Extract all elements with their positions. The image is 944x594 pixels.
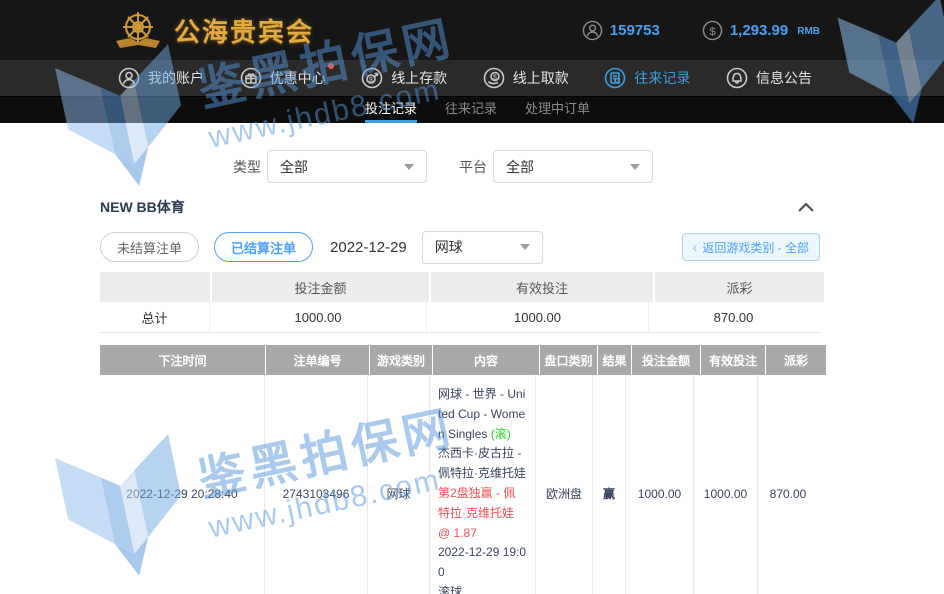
cell-bet-amount: 1000.00	[626, 375, 694, 594]
balance-display[interactable]: $ 1,293.99 RMB	[702, 20, 820, 41]
col-content: 内容	[433, 345, 539, 375]
user-icon	[582, 20, 603, 41]
site-logo[interactable]: 公海贵宾会	[112, 8, 314, 52]
platform-select[interactable]: 全部	[493, 150, 653, 183]
svg-text:$: $	[369, 77, 373, 84]
col-bet-amount: 投注金额	[632, 345, 700, 375]
deposit-icon: $	[361, 67, 383, 89]
section-title: NEW BB体育	[100, 197, 185, 217]
chevron-left-icon: ‹	[693, 240, 698, 254]
tab-bet-records[interactable]: 投注记录	[365, 97, 417, 123]
platform-filter-label: 平台	[459, 157, 487, 177]
collapse-chevron-icon[interactable]	[798, 203, 814, 212]
withdraw-icon: $	[483, 67, 505, 89]
cell-valid-bet: 1000.00	[694, 375, 758, 594]
user-id-display[interactable]: 159753	[582, 20, 660, 41]
gift-icon	[240, 67, 262, 89]
section-header: NEW BB体育	[100, 197, 820, 217]
back-button-label: 返回游戏类别 - 全部	[702, 239, 809, 256]
nav-item-withdraw[interactable]: $ 线上取款	[483, 67, 569, 89]
cell-market-type: 欧洲盘	[536, 375, 593, 594]
cell-game-type: 网球	[368, 375, 430, 594]
controls-row: 未结算注单 已结算注单 2022-12-29 网球 ‹ 返回游戏类别 - 全部	[100, 232, 820, 262]
announcement-icon	[726, 67, 748, 89]
col-game-type: 游戏类别	[370, 345, 432, 375]
col-order-number: 注单编号	[266, 345, 369, 375]
type-filter-label: 类型	[233, 157, 261, 177]
date-picker[interactable]: 2022-12-29	[330, 239, 407, 256]
nav-item-my-account[interactable]: 我的账户	[118, 67, 204, 89]
platform-select-value: 全部	[506, 157, 534, 177]
col-result: 结果	[598, 345, 631, 375]
logo-text: 公海贵宾会	[174, 12, 314, 49]
nav-label: 信息公告	[756, 68, 812, 88]
nav-label: 线上存款	[391, 68, 447, 88]
dollar-icon: $	[702, 20, 723, 41]
nav-label: 优惠中心	[270, 68, 326, 88]
cell-payout: 870.00	[758, 375, 818, 594]
sport-select[interactable]: 网球	[422, 231, 543, 264]
notification-dot	[328, 63, 334, 69]
caret-down-icon	[630, 164, 640, 170]
filter-row: 类型 全部 平台 全部	[100, 150, 820, 183]
summary-header-valid-bet: 有效投注	[431, 272, 653, 302]
main-content: 类型 全部 平台 全部 NEW BB体育 未结算注单 已结算注单 2022-12…	[100, 150, 820, 594]
col-valid-bet: 有效投注	[701, 345, 765, 375]
col-market-type: 盘口类别	[540, 345, 597, 375]
summary-total-label: 总计	[100, 302, 210, 332]
nav-label: 往来记录	[634, 68, 690, 88]
table-row: 2022-12-29 20:28:40 2743103496 网球 网球 - 世…	[100, 375, 820, 594]
nav-item-announcements[interactable]: 信息公告	[726, 67, 812, 89]
cell-content: 网球 - 世界 - United Cup - Women Singles (滚)…	[430, 375, 536, 594]
sport-select-value: 网球	[435, 237, 463, 257]
summary-valid-bet: 1000.00	[427, 302, 649, 332]
nav-item-transaction-records[interactable]: 往来记录	[604, 67, 690, 89]
records-icon	[604, 67, 626, 89]
main-nav: 我的账户 优惠中心 $ 线上存款 $ 线上取款	[0, 60, 944, 97]
summary-header-payout: 派彩	[655, 272, 824, 302]
settled-bets-button[interactable]: 已结算注单	[214, 232, 313, 262]
caret-down-icon	[520, 244, 530, 250]
balance-currency: RMB	[797, 26, 820, 37]
detail-table-header: 下注时间 注单编号 游戏类别 内容 盘口类别 结果 投注金额 有效投注 派彩	[100, 345, 820, 375]
content-league: 网球 - 世界 - United Cup - Women Singles	[438, 387, 525, 441]
summary-table: 投注金额 有效投注 派彩 总计 1000.00 1000.00 870.00	[100, 272, 820, 333]
summary-header-empty	[100, 272, 210, 302]
col-bet-time: 下注时间	[100, 345, 265, 375]
top-header: 公海贵宾会 159753 $ 1,293.99 RMB	[0, 0, 944, 60]
nav-label: 线上取款	[513, 68, 569, 88]
col-payout: 派彩	[766, 345, 826, 375]
content-match-time: 2022-12-29 19:00	[438, 543, 527, 583]
summary-payout: 870.00	[649, 302, 818, 332]
detail-table: 下注时间 注单编号 游戏类别 内容 盘口类别 结果 投注金额 有效投注 派彩 2…	[100, 345, 820, 594]
unsettled-bets-button[interactable]: 未结算注单	[100, 232, 199, 262]
live-tag: (滚)	[491, 427, 511, 441]
ship-wheel-icon	[112, 8, 164, 52]
back-to-categories-button[interactable]: ‹ 返回游戏类别 - 全部	[682, 233, 820, 261]
cell-bet-time: 2022-12-29 20:28:40	[100, 375, 265, 594]
summary-bet-amount: 1000.00	[210, 302, 427, 332]
summary-total-row: 总计 1000.00 1000.00 870.00	[100, 302, 820, 333]
svg-text:$: $	[709, 25, 716, 37]
balance-value: 1,293.99	[730, 22, 788, 39]
nav-item-promotions[interactable]: 优惠中心	[240, 67, 326, 89]
content-selection: 第2盘独赢 - 佩特拉·克维托娃 @ 1.87	[438, 484, 527, 543]
sub-nav: 投注记录 往来记录 处理中订单	[0, 97, 944, 123]
caret-down-icon	[404, 164, 414, 170]
nav-label: 我的账户	[148, 68, 204, 88]
summary-table-header: 投注金额 有效投注 派彩	[100, 272, 820, 302]
user-icon	[118, 67, 140, 89]
type-select[interactable]: 全部	[267, 150, 427, 183]
cell-order-number: 2743103496	[265, 375, 368, 594]
tab-pending-orders[interactable]: 处理中订单	[525, 97, 590, 123]
cell-result: 赢	[593, 375, 626, 594]
nav-item-deposit[interactable]: $ 线上存款	[361, 67, 447, 89]
svg-text:$: $	[493, 74, 497, 81]
user-id-value: 159753	[610, 22, 660, 39]
summary-header-bet-amount: 投注金额	[212, 272, 429, 302]
content-bet-mode: 滚球	[438, 583, 527, 594]
type-select-value: 全部	[280, 157, 308, 177]
content-players: 杰西卡·皮古拉 - 佩特拉·克维托娃	[438, 444, 527, 484]
tab-transaction-records[interactable]: 往来记录	[445, 97, 497, 123]
